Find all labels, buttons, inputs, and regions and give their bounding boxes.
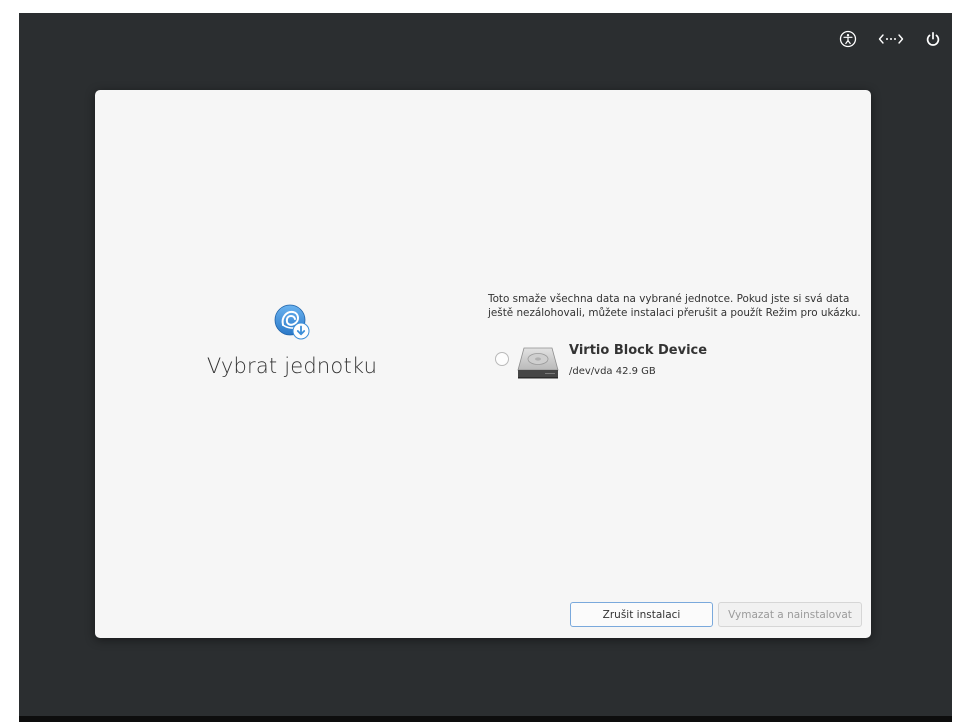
installer-dialog: Vybrat jednotku Toto smaže všechna data … (95, 90, 871, 638)
screen-bottom-edge (19, 716, 952, 722)
installer-logo-icon (273, 303, 311, 341)
power-icon[interactable] (922, 28, 944, 50)
warning-text: Toto smaže všechna data na vybrané jedno… (488, 293, 861, 319)
accessibility-icon[interactable] (837, 28, 859, 50)
drive-option[interactable]: Virtio Block Device /dev/vda 42.9 GB (493, 342, 793, 382)
drive-name: Virtio Block Device (569, 343, 708, 358)
keyboard-layout-icon[interactable] (877, 28, 905, 50)
erase-and-install-button[interactable]: Vymazat a nainstalovat (718, 602, 862, 627)
drive-details: /dev/vda 42.9 GB (569, 366, 656, 377)
cancel-install-button[interactable]: Zrušit instalaci (570, 602, 713, 627)
drive-radio-button[interactable] (495, 352, 509, 366)
hard-drive-icon (516, 345, 560, 381)
page-title: Vybrat jednotku (206, 354, 378, 378)
